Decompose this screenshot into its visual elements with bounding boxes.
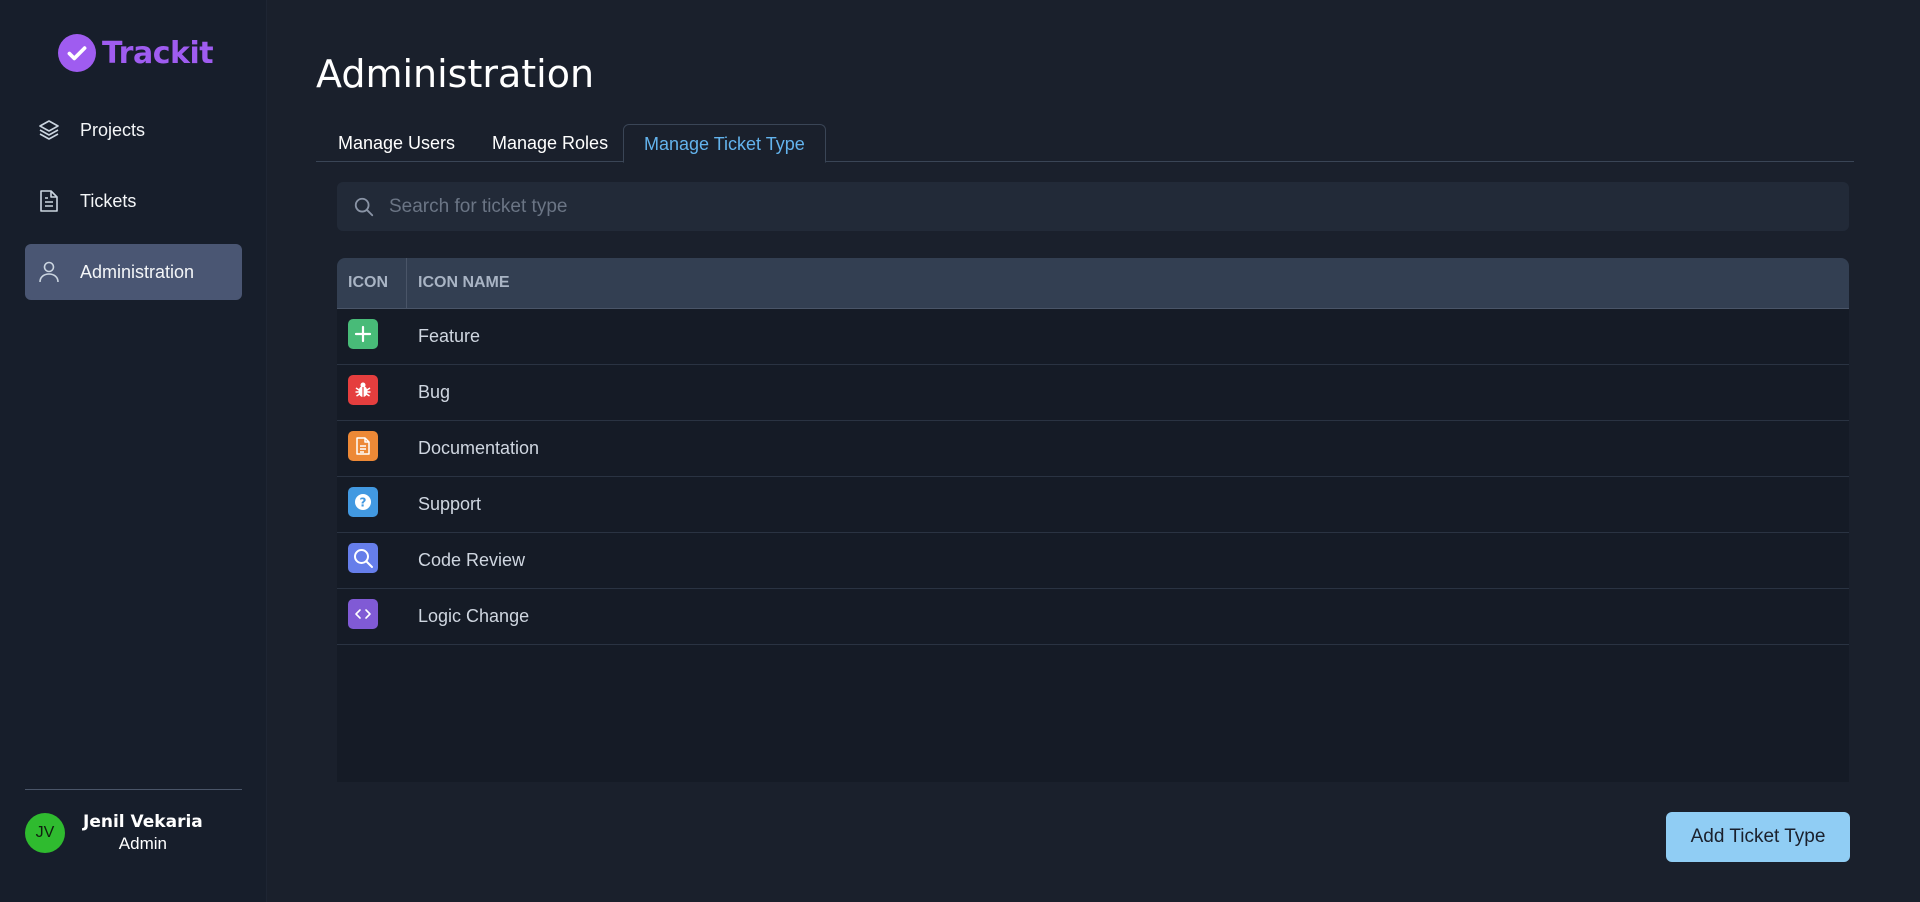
user-profile[interactable]: JV Jenil Vekaria Admin [25, 812, 203, 854]
sidebar-item-label: Projects [80, 119, 146, 140]
sidebar-item-label: Administration [80, 261, 195, 282]
svg-text:?: ? [360, 496, 367, 510]
plus-icon [348, 319, 378, 349]
question-icon: ? [348, 487, 378, 517]
sidebar-item-label: Tickets [80, 190, 137, 211]
document-icon [348, 431, 378, 461]
tab-manage-roles[interactable]: Manage Roles [472, 124, 628, 163]
app-logo[interactable]: Trackit [58, 34, 214, 72]
column-header-icon-name: ICON NAME [418, 274, 510, 291]
user-name: Jenil Vekaria [83, 812, 203, 832]
table-row[interactable]: Feature [337, 309, 1849, 365]
check-circle-icon [58, 34, 96, 72]
admin-tabs: Manage Users Manage Roles Manage Ticket … [316, 124, 1854, 163]
document-icon [35, 187, 63, 215]
search-input[interactable] [389, 195, 1849, 218]
ticket-type-name: Feature [418, 326, 481, 346]
user-role: Admin [118, 834, 167, 853]
app-name: Trackit [102, 35, 214, 71]
tab-manage-ticket-type[interactable]: Manage Ticket Type [623, 124, 826, 163]
sidebar-item-projects[interactable]: Projects [25, 102, 242, 158]
search-bar [337, 182, 1849, 231]
table-row[interactable]: Code Review [337, 533, 1849, 589]
user-info: Jenil Vekaria Admin [83, 812, 203, 854]
table-row[interactable]: Bug [337, 365, 1849, 421]
ticket-type-name: Code Review [418, 550, 526, 570]
sidebar-divider [25, 789, 242, 790]
table-row[interactable]: Logic Change [337, 589, 1849, 645]
add-ticket-type-button[interactable]: Add Ticket Type [1666, 812, 1850, 862]
sidebar-item-tickets[interactable]: Tickets [25, 173, 242, 229]
table-header: ICON ICON NAME [337, 258, 1849, 309]
layers-icon [35, 116, 63, 144]
ticket-type-name: Support [418, 494, 482, 514]
ticket-type-name: Documentation [418, 438, 540, 458]
table-row[interactable]: Documentation [337, 421, 1849, 477]
avatar: JV [25, 813, 65, 853]
page-title: Administration [316, 52, 595, 96]
table-row[interactable]: ? Support [337, 477, 1849, 533]
sidebar-item-administration[interactable]: Administration [25, 244, 242, 300]
sidebar-nav: Projects Tickets Administration [25, 102, 242, 315]
ticket-type-name: Logic Change [418, 606, 530, 626]
ticket-type-name: Bug [418, 382, 451, 402]
ticket-type-table: ICON ICON NAME Feature Bug Documentation [337, 258, 1849, 782]
tab-manage-users[interactable]: Manage Users [318, 124, 475, 163]
sidebar: Trackit Projects Tickets Administration … [0, 0, 267, 902]
search-icon [348, 543, 378, 573]
bug-icon [348, 375, 378, 405]
search-icon [353, 196, 375, 218]
code-icon [348, 599, 378, 629]
column-header-icon: ICON [337, 258, 407, 308]
user-icon [35, 258, 63, 286]
